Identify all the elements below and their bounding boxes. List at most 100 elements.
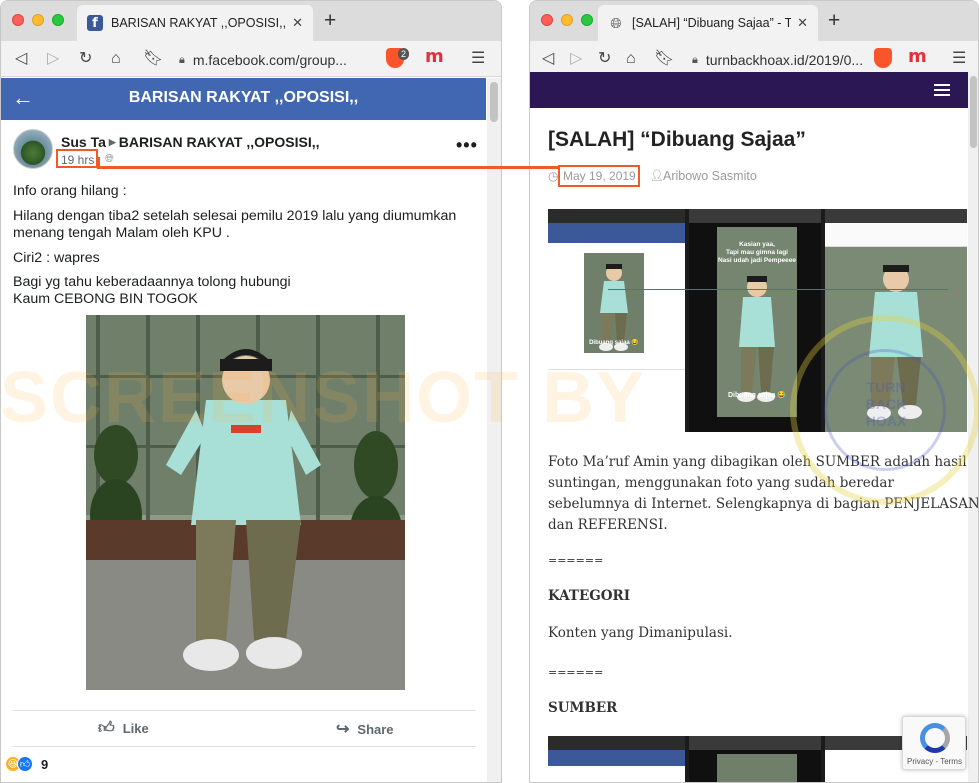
tab-title: [SALAH] “Dibuang Sajaa” - TurnBa: [632, 16, 792, 30]
brave-shield-icon[interactable]: [874, 48, 892, 68]
separator-text: ======: [548, 666, 604, 679]
caption-line: Nasi udah jadi Pempeeee: [717, 257, 797, 264]
scrollbar-thumb[interactable]: [970, 76, 977, 148]
site-header: [530, 72, 968, 108]
poster-name[interactable]: Sus Ta: [61, 134, 106, 150]
separator-text: ======: [548, 554, 604, 567]
group-name-link[interactable]: BARISAN RAKYAT ,,OPOSISI,,: [119, 134, 320, 150]
post-text-line: Hilang dengan tiba2 setelah selesai pemi…: [13, 208, 457, 224]
collage-panel: [689, 736, 821, 782]
post-text-line: Info orang hilang :: [13, 183, 127, 199]
triangle-right-icon: ▶: [108, 137, 116, 147]
menu-icon[interactable]: ☰: [471, 49, 485, 69]
collage-panel: [548, 736, 685, 782]
tab-bar: f BARISAN RAKYAT ,,OPOSISI,, ✕ +: [1, 1, 501, 41]
comparison-connector-line: [97, 166, 558, 169]
divider: [13, 710, 476, 711]
extension-m-icon[interactable]: m: [908, 46, 927, 67]
post-author-line: Sus Ta ▶ BARISAN RAKYAT ,,OPOSISI,,: [61, 134, 320, 150]
user-icon: 👤︎: [650, 170, 664, 182]
tab-close-icon[interactable]: ✕: [797, 15, 808, 31]
globe-favicon-icon: 🌐︎: [610, 14, 622, 31]
screenshot-stage: f BARISAN RAKYAT ,,OPOSISI,, ✕ + ◁ ▷ ↻ ⌂…: [0, 0, 979, 783]
back-arrow-icon[interactable]: ◁: [542, 49, 554, 69]
bookmark-icon[interactable]: 🔖︎: [654, 49, 674, 69]
tab-bar: 🌐︎ [SALAH] “Dibuang Sajaa” - TurnBa ✕ +: [530, 1, 978, 41]
clock-icon: ◷: [548, 169, 559, 183]
close-window-button[interactable]: [541, 14, 553, 26]
lock-icon: 🔒︎: [692, 53, 698, 66]
like-label: Like: [122, 721, 149, 736]
panel-caption: Dibuang sajaa 😂: [589, 340, 639, 346]
caption-line: Tapi mau gimna lagi: [725, 249, 788, 256]
menu-icon[interactable]: ☰: [952, 49, 966, 69]
new-tab-button[interactable]: +: [324, 10, 336, 32]
reload-icon[interactable]: ↻: [79, 49, 92, 69]
tab-turnbackhoax-article[interactable]: 🌐︎ [SALAH] “Dibuang Sajaa” - TurnBa ✕: [598, 5, 818, 41]
share-button[interactable]: ↪ Share: [336, 719, 394, 739]
panel-fb-header: [548, 750, 685, 766]
close-window-button[interactable]: [12, 14, 24, 26]
forward-arrow-icon[interactable]: ▷: [570, 49, 582, 69]
maximize-window-button[interactable]: [581, 14, 593, 26]
connector-drop-line: [97, 157, 100, 169]
avatar[interactable]: [13, 129, 53, 169]
post-text-line: Bagi yg tahu keberadaannya tolong hubung…: [13, 274, 291, 290]
stamp-text: TURN BACK HOAX: [865, 379, 907, 429]
article-author[interactable]: Aribowo Sasmito: [663, 169, 757, 183]
recaptcha-links[interactable]: Privacy - Terms: [907, 757, 962, 766]
caption-line: Kasian yaa,: [739, 241, 775, 248]
panel-titlebar: [689, 209, 821, 223]
post-text-line: menang tengah Malam oleh KPU .: [13, 225, 230, 241]
panel-caption-top: Kasian yaa, Tapi mau gimna lagi Nasi uda…: [717, 241, 797, 265]
tab-close-icon[interactable]: ✕: [292, 15, 303, 31]
recaptcha-badge[interactable]: Privacy - Terms: [902, 716, 966, 770]
home-icon[interactable]: ⌂: [626, 49, 636, 69]
facebook-favicon-icon: f: [87, 15, 103, 31]
panel-titlebar: [689, 736, 821, 750]
back-arrow-icon[interactable]: ◁: [15, 49, 27, 69]
forward-arrow-icon[interactable]: ▷: [47, 49, 59, 69]
reload-icon[interactable]: ↻: [598, 49, 611, 69]
shield-count-badge: 2: [398, 48, 410, 60]
screenshot-watermark: SCREENSHOT BY: [0, 358, 647, 438]
turnbackhoax-stamp-watermark: TURN BACK HOAX: [790, 315, 979, 505]
maximize-window-button[interactable]: [52, 14, 64, 26]
home-icon[interactable]: ⌂: [111, 49, 121, 69]
post-text-line: Kaum CEBONG BIN TOGOK: [13, 291, 198, 307]
share-label: Share: [357, 721, 394, 737]
panel-titlebar: [548, 209, 685, 223]
hamburger-menu-icon[interactable]: [934, 84, 950, 99]
like-reaction-icon: 👍︎: [17, 756, 33, 772]
sumber-heading: SUMBER: [548, 700, 618, 716]
address-bar[interactable]: 🔒︎ turnbackhoax.id/2019/0...: [692, 47, 864, 73]
extension-m-icon[interactable]: m: [425, 46, 444, 67]
minimize-window-button[interactable]: [32, 14, 44, 26]
scrollbar-thumb[interactable]: [490, 82, 498, 122]
facebook-group-header: ← BARISAN RAKYAT ,,OPOSISI,,: [1, 78, 486, 120]
url-text: m.facebook.com/group...: [192, 52, 347, 68]
tab-facebook-group[interactable]: f BARISAN RAKYAT ,,OPOSISI,, ✕: [77, 5, 313, 41]
panel-fb-header: [548, 223, 685, 243]
window-controls: [541, 14, 593, 26]
date-highlight-box: [558, 165, 640, 187]
panel-titlebar: [825, 209, 967, 223]
more-options-icon[interactable]: •••: [456, 135, 478, 156]
url-text: turnbackhoax.id/2019/0...: [705, 52, 864, 68]
window-controls: [12, 14, 64, 26]
kategori-heading: KATEGORI: [548, 588, 631, 604]
post-text-line: Ciri2 : wapres: [13, 250, 100, 266]
minimize-window-button[interactable]: [561, 14, 573, 26]
share-arrow-icon: ↪: [336, 721, 350, 738]
lock-icon: 🔒︎: [179, 53, 185, 66]
new-tab-button[interactable]: +: [828, 10, 840, 32]
panel-caption: Dibuang sajaa 😂: [727, 392, 787, 399]
collage-annotation-line: [608, 289, 948, 290]
globe-icon: 🌐︎: [105, 153, 114, 165]
reaction-summary[interactable]: 😆︎ 👍︎ 9: [5, 756, 48, 772]
bookmark-icon[interactable]: 🔖︎: [143, 49, 163, 69]
timestamp-highlight-box: [56, 149, 98, 168]
address-bar[interactable]: 🔒︎ m.facebook.com/group...: [179, 47, 375, 73]
group-title: BARISAN RAKYAT ,,OPOSISI,,: [128, 89, 359, 106]
like-button[interactable]: 👍︎ Like: [98, 719, 149, 738]
